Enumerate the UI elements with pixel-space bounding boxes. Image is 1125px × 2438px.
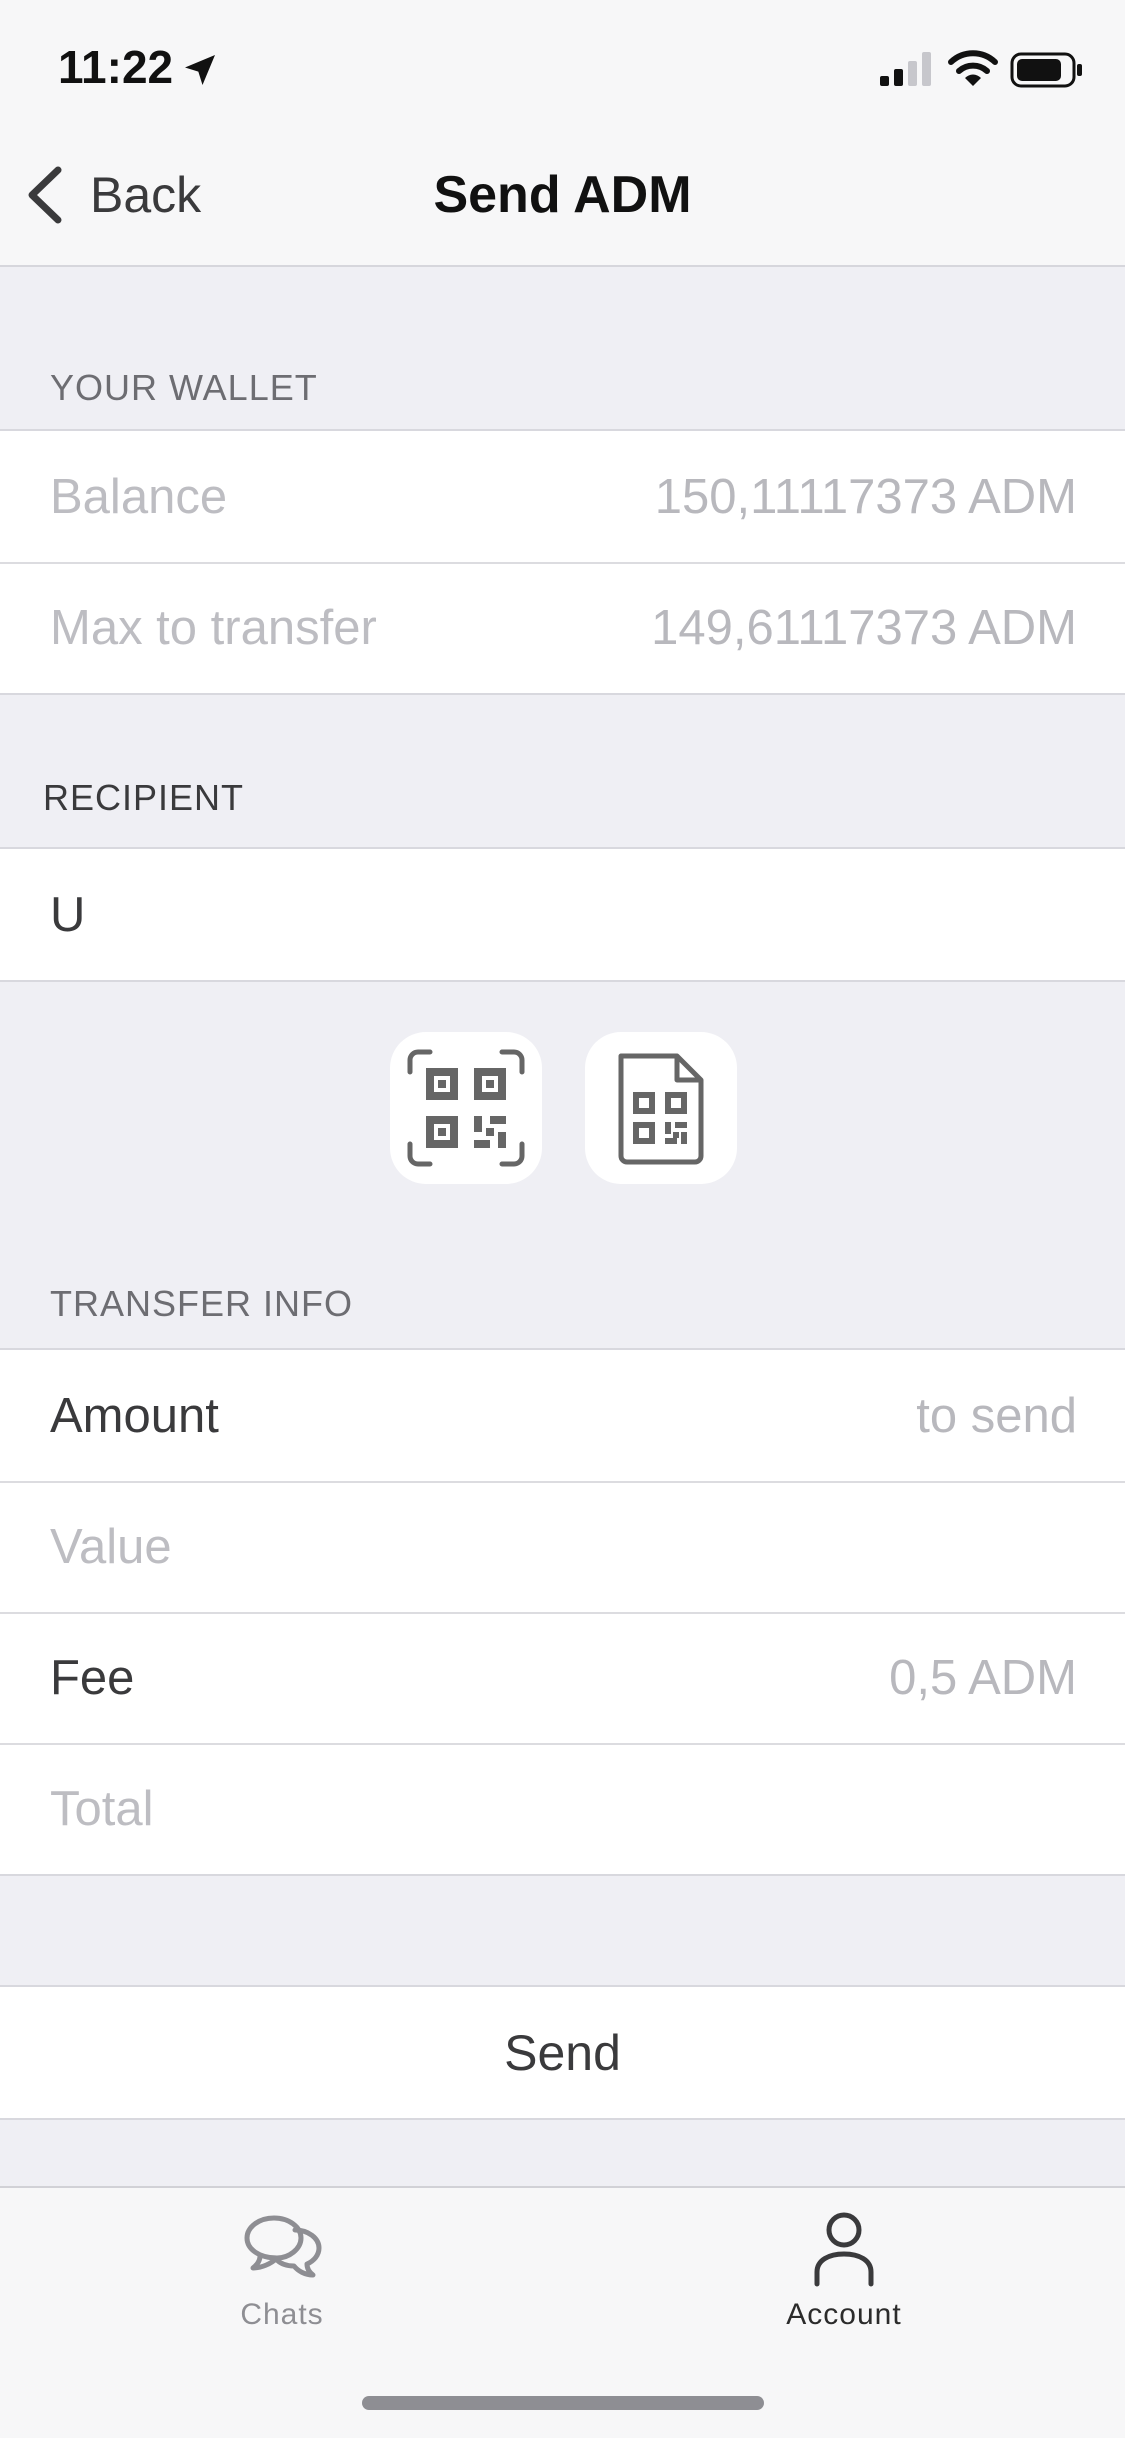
- fee-value: 0,5 ADM: [889, 1650, 1077, 1705]
- recipient-input-value[interactable]: U: [50, 887, 85, 943]
- total-label: Total: [50, 1781, 154, 1836]
- transfer-card: Amount to send Value Fee 0,5 ADM Total: [0, 1348, 1125, 1876]
- wallet-card: Balance 150,11117373 ADM Max to transfer…: [0, 429, 1125, 695]
- send-button[interactable]: Send: [0, 1985, 1125, 2120]
- balance-value: 150,11117373 ADM: [654, 469, 1077, 524]
- balance-row: Balance 150,11117373 ADM: [0, 431, 1125, 562]
- amount-input[interactable]: to send: [916, 1388, 1077, 1444]
- amount-row[interactable]: Amount to send: [0, 1350, 1125, 1481]
- amount-label: Amount: [50, 1388, 219, 1443]
- scan-qr-button[interactable]: [390, 1032, 542, 1184]
- recipient-card: U: [0, 847, 1125, 982]
- page-title: Send ADM: [433, 166, 692, 224]
- home-indicator: [362, 2396, 764, 2410]
- tab-account[interactable]: Account: [694, 2208, 994, 2332]
- fee-row: Fee 0,5 ADM: [0, 1612, 1125, 1743]
- value-row: Value: [0, 1481, 1125, 1612]
- qr-file-icon: [618, 1053, 704, 1165]
- recipient-section-header: RECIPIENT: [43, 777, 245, 818]
- chats-icon: [244, 2215, 322, 2278]
- tab-chats[interactable]: Chats: [132, 2208, 432, 2332]
- balance-label: Balance: [50, 469, 228, 524]
- signal-icon: [880, 52, 931, 86]
- fee-label: Fee: [50, 1650, 135, 1705]
- max-transfer-value: 149,61117373 ADM: [651, 600, 1077, 655]
- value-label: Value: [50, 1519, 172, 1574]
- max-transfer-label: Max to transfer: [50, 600, 377, 655]
- qr-scan-icon: [407, 1049, 525, 1167]
- status-time: 11:22: [58, 41, 174, 93]
- recipient-field[interactable]: U: [0, 849, 1125, 980]
- wallet-section-header: YOUR WALLET: [50, 367, 318, 408]
- location-arrow-icon: [185, 55, 215, 85]
- send-label: Send: [504, 2024, 621, 2081]
- battery-icon: [1010, 52, 1082, 88]
- tab-account-label: Account: [786, 2298, 902, 2331]
- transfer-section-header: TRANSFER INFO: [50, 1283, 354, 1324]
- wifi-icon: [948, 50, 998, 86]
- max-transfer-row[interactable]: Max to transfer 149,61117373 ADM: [0, 562, 1125, 693]
- total-row: Total: [0, 1743, 1125, 1874]
- account-icon: [814, 2212, 874, 2287]
- qr-from-file-button[interactable]: [585, 1032, 737, 1184]
- tab-chats-label: Chats: [240, 2298, 324, 2331]
